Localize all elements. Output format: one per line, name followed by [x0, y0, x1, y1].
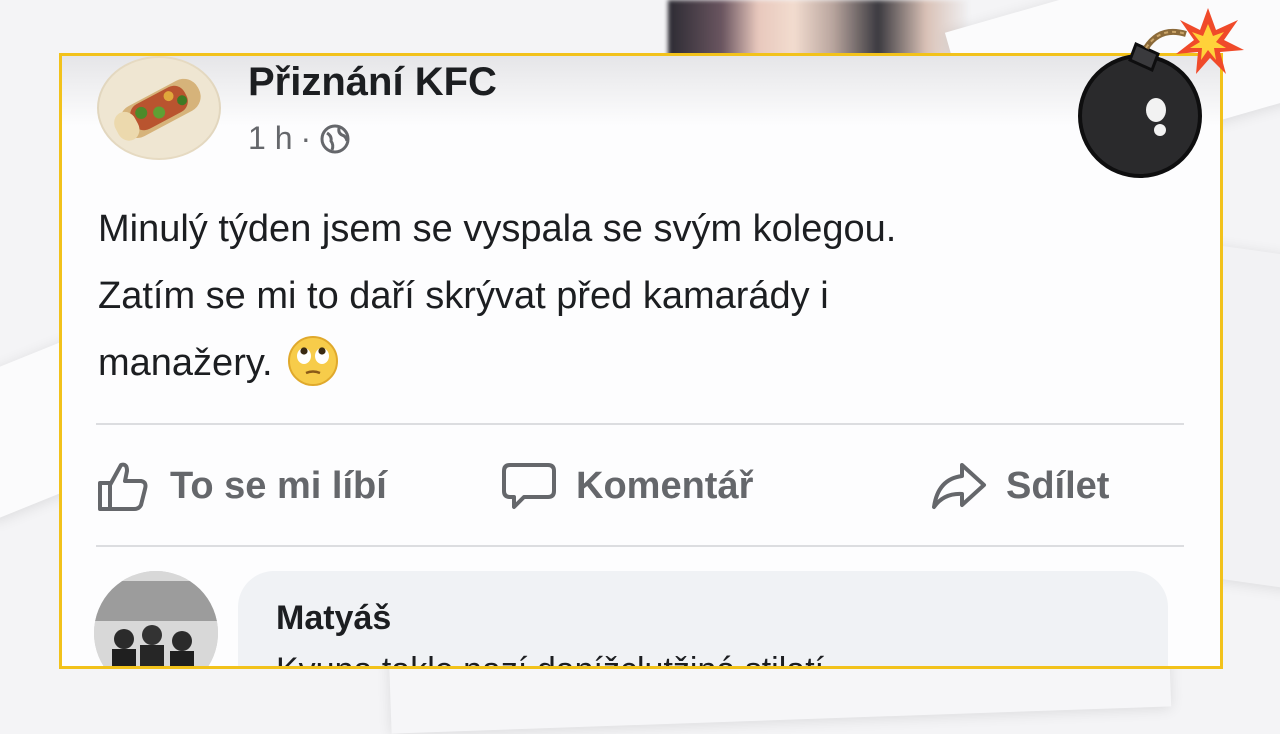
like-label: To se mi líbí	[170, 464, 387, 507]
share-label: Sdílet	[1006, 464, 1110, 507]
comment-author[interactable]: Matyáš	[276, 599, 391, 638]
post-text: Minulý týden jsem se vyspala se svým kol…	[98, 196, 1158, 397]
comment-text: Kvuna takle nazí danížclutžiná stilatí	[276, 651, 824, 666]
page-avatar[interactable]	[97, 56, 221, 160]
group-photo-icon	[94, 571, 218, 666]
post-time[interactable]: 1 h	[248, 120, 292, 157]
comment-icon	[502, 463, 556, 509]
post-card: Přiznání KFC 1 h · Minulý týden jsem se …	[59, 53, 1223, 669]
divider	[96, 545, 1184, 547]
meta-separator: ·	[300, 120, 312, 156]
background-photo	[668, 0, 968, 60]
bomb-icon	[1078, 8, 1244, 178]
share-button[interactable]: Sdílet	[930, 451, 1109, 521]
post-text-line: Zatím se mi to daří skrývat před kamarád…	[98, 275, 829, 317]
comment-label: Komentář	[576, 464, 754, 507]
globe-icon[interactable]	[319, 123, 351, 155]
commenter-avatar[interactable]	[94, 571, 218, 666]
like-button[interactable]: To se mi líbí	[94, 451, 387, 521]
post-text-line: manažery.	[98, 330, 1158, 397]
page-name[interactable]: Přiznání KFC	[248, 60, 497, 105]
post-text-line: Minulý týden jsem se vyspala se svým kol…	[98, 208, 897, 250]
post-text-line-end: manažery.	[98, 342, 273, 384]
share-arrow-icon	[932, 463, 986, 509]
post-meta: 1 h ·	[248, 120, 351, 157]
comment-button[interactable]: Komentář	[500, 451, 753, 521]
header-shadow	[62, 56, 1220, 126]
wrap-food-icon	[99, 58, 219, 158]
thumbs-up-icon	[98, 462, 148, 511]
divider	[96, 423, 1184, 425]
face-with-rolling-eyes-emoji	[288, 336, 339, 386]
comment-bubble: Matyáš Kvuna takle nazí danížclutžiná st…	[238, 571, 1168, 666]
